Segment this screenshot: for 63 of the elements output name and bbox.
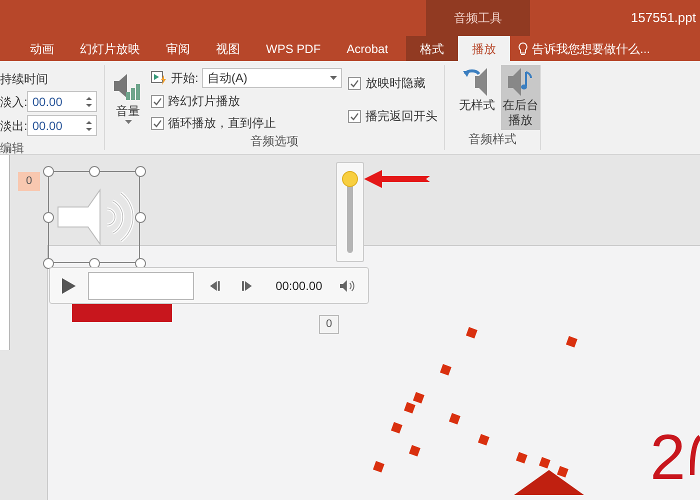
progress-track[interactable] xyxy=(88,272,194,300)
spinner-arrows-icon xyxy=(86,94,92,108)
group-heading: 持续时间 xyxy=(0,71,49,88)
resize-handle[interactable] xyxy=(43,212,54,223)
volume-icon[interactable] xyxy=(340,280,356,292)
ribbon-tab[interactable]: 审阅 xyxy=(158,36,198,61)
checkbox[interactable] xyxy=(348,110,362,122)
play-icon[interactable] xyxy=(62,278,76,294)
checkbox-label: 播完返回开头 xyxy=(365,108,438,125)
number-field[interactable]: 00.00 xyxy=(27,115,98,136)
checkbox-label: 跨幻灯片播放 xyxy=(168,93,240,110)
checkbox-label: 循环播放，直到停止 xyxy=(168,115,276,132)
checkmark-icon xyxy=(153,118,162,128)
number-field[interactable]: 00.00 xyxy=(27,91,98,112)
tag-label: 0 xyxy=(319,315,340,334)
checkmark-icon xyxy=(350,112,360,120)
volume-track[interactable] xyxy=(342,171,358,253)
file-name: 157551.ppt xyxy=(630,9,697,28)
field-label: 淡入: xyxy=(0,94,28,110)
resize-handle[interactable] xyxy=(43,258,54,269)
tell-me-field[interactable]: 告诉我您想要做什么... xyxy=(532,40,650,58)
dropdown-caret-icon xyxy=(124,120,132,124)
play-start-icon xyxy=(151,71,167,85)
checkmark-icon xyxy=(350,78,360,88)
ribbon-tab[interactable]: 播放 xyxy=(458,36,510,61)
group-title: 音频选项 xyxy=(250,133,298,150)
time-display: 00:00.00 xyxy=(276,278,322,294)
lightbulb-icon xyxy=(518,42,528,56)
checkbox[interactable] xyxy=(151,116,164,130)
ribbon-tab[interactable]: 视图 xyxy=(208,36,248,61)
resize-handle[interactable] xyxy=(89,166,100,177)
volume-thumb[interactable] xyxy=(342,171,358,187)
field-label: 淡出: xyxy=(0,118,28,134)
context-tab-group: 音频工具 xyxy=(426,0,530,36)
checkbox-label: 放映时隐藏 xyxy=(365,75,426,92)
volume-button[interactable]: 音量 xyxy=(105,66,151,132)
checkbox[interactable] xyxy=(348,76,362,90)
arrow-pointer xyxy=(364,169,430,189)
start-dropdown[interactable]: 自动(A) xyxy=(202,68,342,88)
ribbon-tab[interactable]: 动画 xyxy=(22,36,62,61)
ribbon-tab[interactable]: 格式 xyxy=(406,36,458,61)
resize-handle[interactable] xyxy=(43,166,54,177)
speaker-icon xyxy=(55,187,135,247)
start-label: 开始: xyxy=(171,70,198,87)
checkbox[interactable] xyxy=(151,94,164,108)
slide-number-badge: 0 xyxy=(18,172,40,190)
step-back-icon[interactable] xyxy=(210,280,220,290)
ribbon-tab[interactable]: Acrobat xyxy=(338,36,396,61)
resize-handle[interactable] xyxy=(135,166,146,177)
group-title: 音频样式 xyxy=(468,131,516,148)
speaker-music-icon xyxy=(506,66,534,98)
ribbon-tab[interactable]: 幻灯片放映 xyxy=(72,36,148,61)
resize-handle[interactable] xyxy=(135,212,146,223)
style-button[interactable]: 无样式 xyxy=(457,65,496,130)
slide-title-text: 2 xyxy=(650,425,686,489)
curve-drawing xyxy=(690,435,700,475)
spinner-arrows-icon xyxy=(86,118,92,132)
dropdown-caret-icon xyxy=(330,76,338,80)
step-forward-icon[interactable] xyxy=(242,280,252,290)
group-title: 编辑 xyxy=(0,140,25,157)
checkmark-icon xyxy=(153,96,162,106)
ribbon-tab[interactable]: WPS PDF xyxy=(258,36,329,61)
style-button[interactable]: 在后台播放 xyxy=(500,65,540,130)
